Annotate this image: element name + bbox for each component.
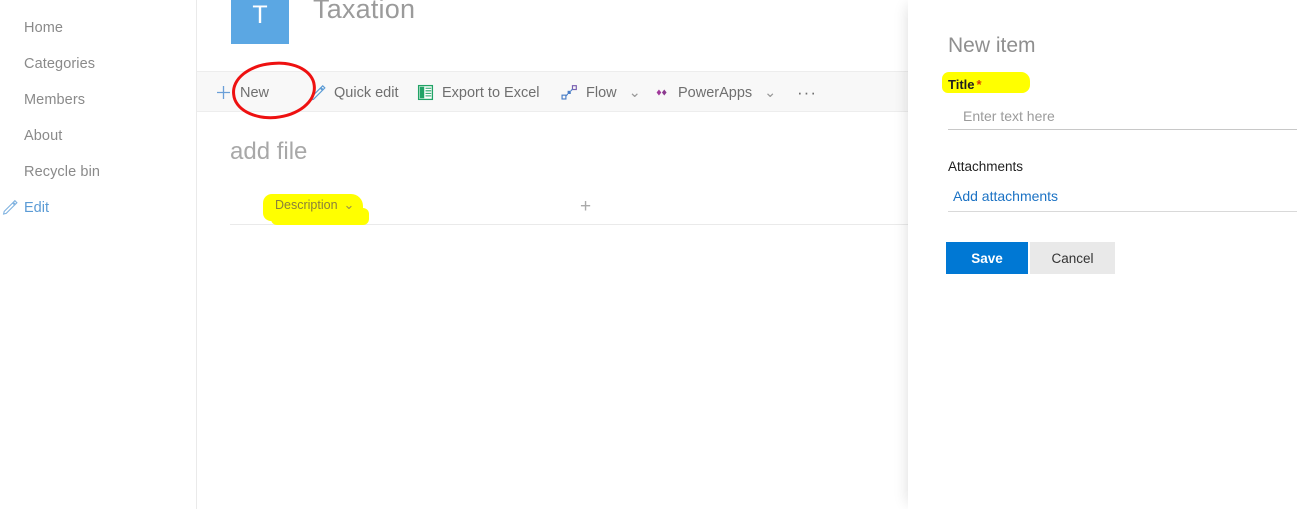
column-header-description[interactable]: Description ⌄ [275,197,354,213]
powerapps-icon [653,84,670,101]
quick-edit-label: Quick edit [334,84,399,101]
new-button-label: New [240,84,270,101]
sidebar-item-recycle-bin[interactable]: Recycle bin [24,164,100,180]
pencil-icon [2,199,18,215]
add-attachments-link[interactable]: Add attachments [953,188,1058,204]
sidebar-item-edit[interactable]: Edit [24,200,49,216]
column-header-description-label: Description [275,198,338,212]
title-input[interactable] [948,104,1297,130]
flow-button[interactable]: Flow ⌄ [561,72,641,113]
flow-label: Flow [586,84,617,101]
panel-title: New item [948,34,1036,57]
export-to-excel-label: Export to Excel [442,84,540,101]
overflow-menu-button[interactable]: ··· [797,72,817,113]
new-button[interactable]: New [215,72,269,113]
export-to-excel-button[interactable]: Export to Excel [417,72,540,113]
site-logo-tile: T [231,0,289,44]
chevron-down-icon: ⌄ [628,84,641,101]
powerapps-label: PowerApps [678,84,753,101]
plus-icon [215,84,232,101]
chevron-down-icon: ⌄ [764,84,777,101]
page-title: Taxation [313,0,416,24]
save-button[interactable]: Save [946,242,1028,274]
required-asterisk: * [976,77,982,92]
flow-icon [561,84,578,101]
pencil-icon [309,84,326,101]
cancel-button[interactable]: Cancel [1030,242,1115,274]
sidebar-item-members[interactable]: Members [24,92,85,108]
excel-icon [417,84,434,101]
sidebar-item-categories[interactable]: Categories [24,56,95,72]
sidebar-item-about[interactable]: About [24,128,62,144]
list-title: add file [230,138,308,165]
quick-edit-button[interactable]: Quick edit [309,72,398,113]
add-column-button[interactable]: + [580,196,591,218]
title-field-label: Title * [948,77,982,92]
sidebar: Home Categories Members About Recycle bi… [0,0,197,509]
attachments-label: Attachments [948,159,1024,174]
chevron-down-icon: ⌄ [343,197,355,212]
powerapps-button[interactable]: PowerApps ⌄ [653,72,776,113]
attachments-divider [948,211,1297,212]
title-field-label-text: Title [948,77,975,92]
sidebar-item-home[interactable]: Home [24,20,63,36]
ellipsis-icon: ··· [797,82,817,102]
